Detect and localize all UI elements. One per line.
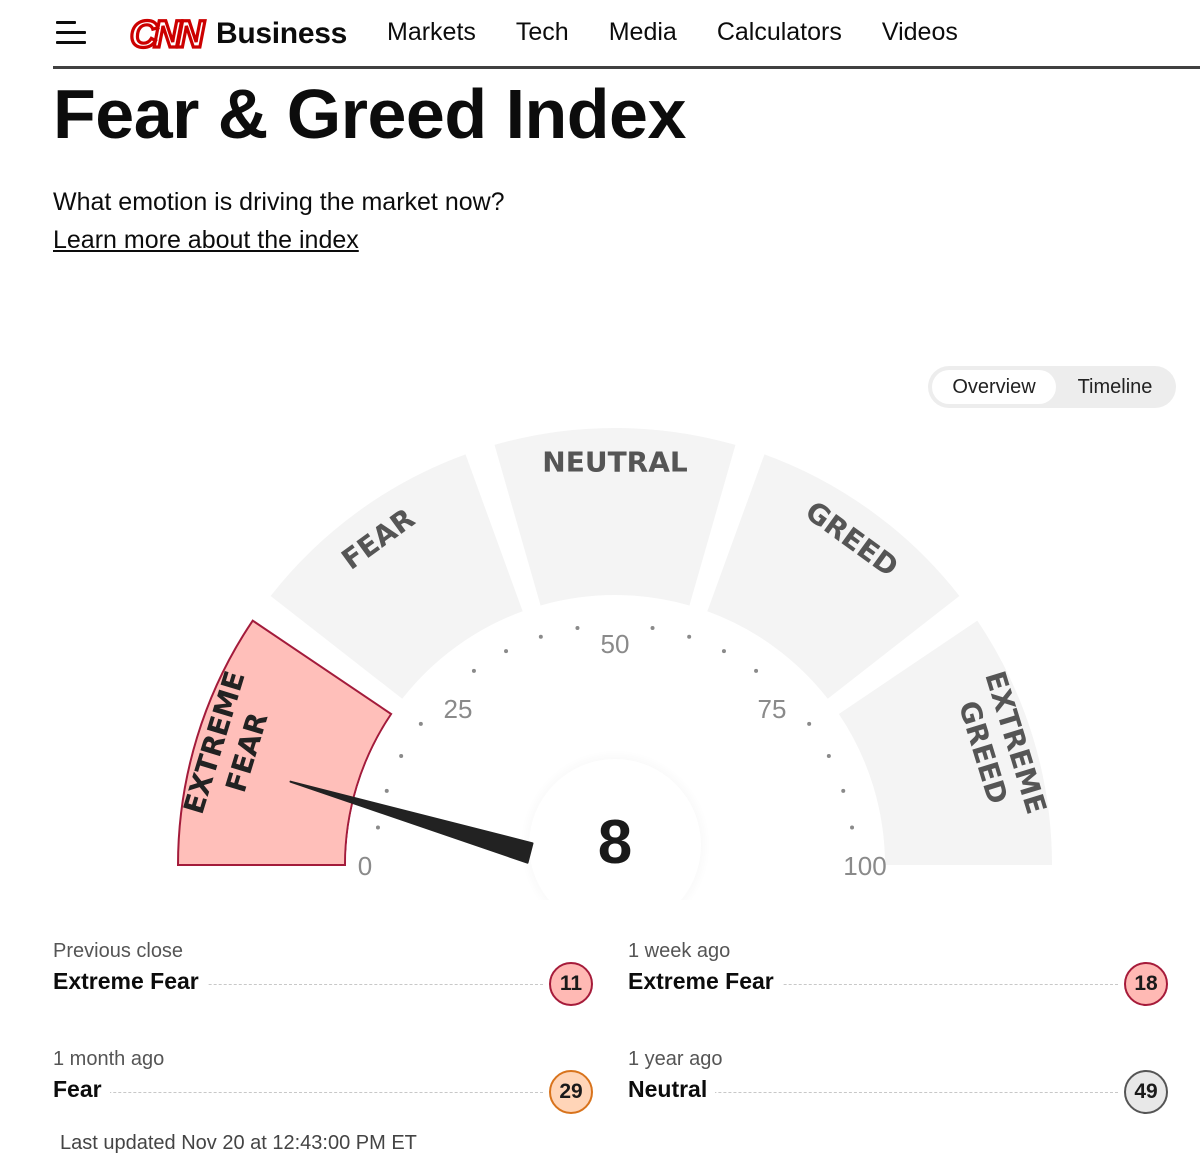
stat-label: Previous close xyxy=(53,940,184,962)
gauge-tick-dot xyxy=(538,634,543,639)
nav-videos[interactable]: Videos xyxy=(882,18,958,47)
gauge-tick-dot xyxy=(418,721,423,726)
page-title: Fear & Greed Index xyxy=(53,75,686,153)
gauge-tick-dot xyxy=(504,649,509,654)
gauge-tick-dot xyxy=(841,788,846,793)
last-updated: Last updated Nov 20 at 12:43:00 PM ET xyxy=(60,1132,417,1154)
stat-badge: 18 xyxy=(1124,962,1168,1006)
gauge-tick-label: 100 xyxy=(843,851,886,881)
gauge-tick-label: 25 xyxy=(444,694,473,724)
menu-icon[interactable] xyxy=(56,19,90,47)
stat-badge: 29 xyxy=(549,1070,593,1114)
gauge-tick-dot xyxy=(399,754,404,759)
stat-rating: Extreme Fear xyxy=(53,968,207,995)
gauge-tick-dot xyxy=(384,788,389,793)
nav-markets[interactable]: Markets xyxy=(387,18,476,47)
gauge-value: 8 xyxy=(598,808,632,877)
header-divider xyxy=(53,66,1200,69)
nav-tech[interactable]: Tech xyxy=(516,18,569,47)
nav-calculators[interactable]: Calculators xyxy=(717,18,842,47)
stat-1-month-ago: 1 month ago Fear 29 xyxy=(53,1048,593,1128)
gauge-tick-dot xyxy=(807,721,812,726)
gauge-tick-dot xyxy=(754,668,759,673)
fear-greed-gauge: EXTREMEFEAR FEAR NEUTRAL GREED EXTREMEGREED 0… xyxy=(0,400,1200,900)
gauge-tick-dot xyxy=(575,625,580,630)
gauge-tick-dot xyxy=(650,625,655,630)
stat-label: 1 year ago xyxy=(628,1048,723,1070)
tab-timeline[interactable]: Timeline xyxy=(1058,370,1172,404)
learn-more-link[interactable]: Learn more about the index xyxy=(53,226,359,255)
stat-previous-close: Previous close Extreme Fear 11 xyxy=(53,940,593,1020)
cnn-logo-icon: CNN xyxy=(130,14,211,54)
stat-badge: 49 xyxy=(1124,1070,1168,1114)
gauge-tick-label: 75 xyxy=(758,694,787,724)
gauge-tick-label: 0 xyxy=(358,851,372,881)
gauge-tick-dot xyxy=(471,668,476,673)
stat-rating: Fear xyxy=(53,1076,110,1103)
gauge-segment-label: NEUTRAL xyxy=(542,446,688,479)
gauge-tick-dot xyxy=(721,649,726,654)
page: CNN Business Markets Tech Media Calculat… xyxy=(0,0,1200,1171)
stat-badge: 11 xyxy=(549,962,593,1006)
gauge-tick-dot xyxy=(375,825,380,830)
site-header: CNN Business Markets Tech Media Calculat… xyxy=(0,0,1200,69)
dotted-leader xyxy=(53,1092,543,1093)
stat-1-year-ago: 1 year ago Neutral 49 xyxy=(628,1048,1168,1128)
main-nav: Markets Tech Media Calculators Videos xyxy=(387,18,998,47)
gauge-tick-label: 50 xyxy=(601,629,630,659)
gauge-tick-dot xyxy=(850,825,855,830)
stat-label: 1 month ago xyxy=(53,1048,165,1070)
stat-1-week-ago: 1 week ago Extreme Fear 18 xyxy=(628,940,1168,1020)
stat-rating: Neutral xyxy=(628,1076,716,1103)
gauge-tick-dot xyxy=(826,754,831,759)
stat-rating: Extreme Fear xyxy=(628,968,782,995)
tab-overview[interactable]: Overview xyxy=(932,370,1056,404)
brand-label: Business xyxy=(216,17,347,50)
svg-text:CNN: CNN xyxy=(130,14,206,54)
stat-label: 1 week ago xyxy=(628,940,731,962)
cnn-business-logo[interactable]: CNN Business xyxy=(130,12,347,56)
gauge-svg: EXTREMEFEARFEARNEUTRALGREEDEXTREMEGREED0… xyxy=(177,428,1053,900)
page-subtitle: What emotion is driving the market now? xyxy=(53,188,505,216)
nav-media[interactable]: Media xyxy=(609,18,677,47)
gauge-tick-dot xyxy=(687,634,692,639)
